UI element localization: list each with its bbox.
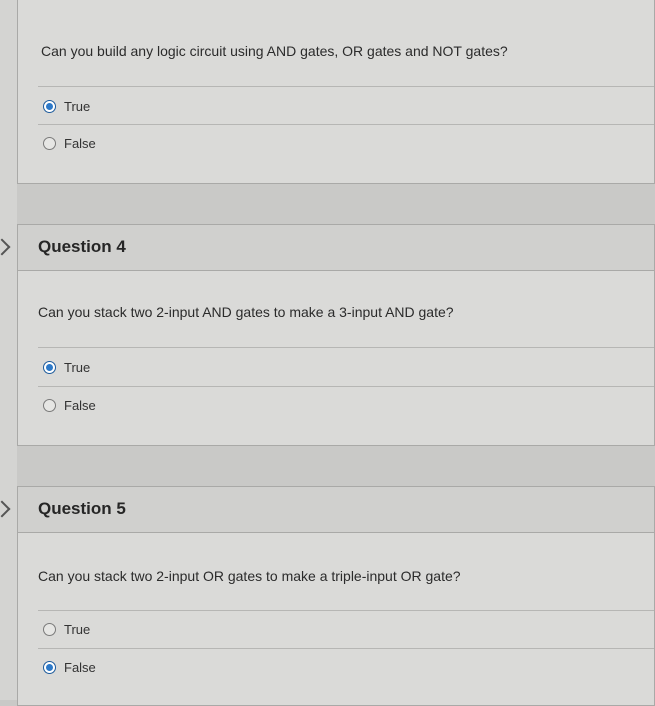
question-card-4: Question 4 Can you stack two 2-input AND…	[17, 224, 655, 446]
option-true[interactable]: True	[43, 96, 90, 116]
chevron-right-icon[interactable]	[0, 238, 11, 256]
question-card-3: Can you build any logic circuit using AN…	[17, 0, 655, 184]
option-false[interactable]: False	[43, 395, 96, 415]
option-false[interactable]: False	[43, 657, 96, 677]
option-label: False	[64, 135, 96, 151]
option-label: True	[64, 359, 91, 375]
question-title: Question 4	[38, 237, 126, 256]
option-label: True	[64, 98, 91, 114]
radio-unselected-icon[interactable]	[43, 622, 56, 636]
question-card-5: Question 5 Can you stack two 2-input OR …	[17, 486, 655, 706]
radio-selected-icon[interactable]	[43, 99, 56, 113]
divider	[38, 347, 654, 348]
question-text: Can you stack two 2-input AND gates to m…	[38, 304, 454, 320]
chevron-right-icon[interactable]	[0, 500, 11, 518]
option-label: False	[64, 397, 96, 413]
radio-unselected-icon[interactable]	[43, 136, 56, 150]
divider	[38, 648, 654, 649]
divider	[38, 86, 654, 87]
question-title: Question 5	[38, 499, 126, 518]
radio-unselected-icon[interactable]	[43, 398, 56, 412]
radio-selected-icon[interactable]	[43, 660, 56, 674]
divider	[38, 124, 654, 125]
option-true[interactable]: True	[43, 357, 90, 377]
question-text: Can you stack two 2-input OR gates to ma…	[38, 568, 461, 584]
divider	[38, 386, 654, 387]
option-label: False	[64, 659, 96, 675]
option-label: True	[64, 621, 91, 637]
radio-selected-icon[interactable]	[43, 360, 56, 374]
option-false[interactable]: False	[43, 133, 96, 153]
question-header: Question 4	[18, 225, 654, 271]
option-true[interactable]: True	[43, 619, 90, 639]
left-margin	[0, 0, 17, 700]
question-text: Can you build any logic circuit using AN…	[41, 43, 508, 59]
divider	[38, 610, 654, 611]
question-header: Question 5	[18, 487, 654, 533]
